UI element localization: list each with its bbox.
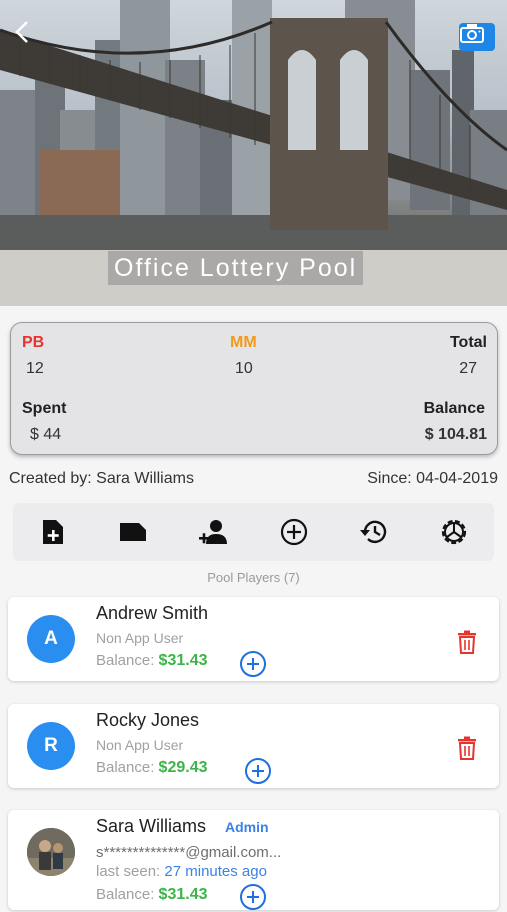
add-ticket-button[interactable] <box>35 514 71 550</box>
player-name: Sara Williams <box>96 816 207 836</box>
balance-value: $ 104.81 <box>424 426 487 443</box>
player-card[interactable]: A Andrew Smith Non App User Balance: $31… <box>8 597 499 681</box>
balance-amount: $31.43 <box>158 886 208 903</box>
spent-value: $ 44 <box>30 426 62 443</box>
balance-label: Balance: <box>96 652 155 669</box>
pb-label: PB <box>22 334 45 351</box>
last-seen: last seen: 27 minutes ago <box>96 863 267 880</box>
tickets-button[interactable] <box>115 514 151 550</box>
add-player-button[interactable] <box>195 514 231 550</box>
user-photo <box>27 828 75 876</box>
last-seen-time: 27 minutes ago <box>164 863 267 880</box>
cover-image: Office Lottery Pool <box>0 0 507 306</box>
add-circle-icon <box>280 518 307 546</box>
avatar: A <box>27 615 75 663</box>
back-button[interactable] <box>14 20 44 50</box>
pool-summary-card: PB 12 MM 10 Total 27 Spent $ 44 Balance … <box>10 322 498 455</box>
add-balance-button[interactable] <box>240 884 266 910</box>
balance-label: Balance: <box>96 759 155 776</box>
trash-icon[interactable] <box>457 736 477 760</box>
add-ticket-icon <box>43 520 64 544</box>
mm-label: MM <box>230 334 257 351</box>
add-balance-button[interactable] <box>245 758 271 784</box>
player-email: s**************@gmail.com... <box>96 844 282 861</box>
add-balance-button[interactable] <box>240 651 266 677</box>
balance-amount: $29.43 <box>158 759 208 776</box>
player-name: Andrew Smith <box>96 603 209 623</box>
spent-label: Spent <box>22 400 67 417</box>
settings-button[interactable] <box>436 514 472 550</box>
settings-icon <box>441 519 466 545</box>
player-type: Non App User <box>96 737 184 753</box>
pool-players-heading: Pool Players (7) <box>207 570 300 585</box>
add-player-icon <box>199 520 228 544</box>
avatar <box>27 828 75 876</box>
player-name: Rocky Jones <box>96 710 200 730</box>
player-type: Non App User <box>96 630 184 646</box>
player-balance: Balance: $31.43 <box>96 886 207 904</box>
plus-icon <box>252 765 264 777</box>
plus-icon <box>247 658 259 670</box>
add-funds-button[interactable] <box>276 514 312 550</box>
player-card[interactable]: Sara Williams Admin s**************@gmai… <box>8 810 499 910</box>
avatar: R <box>27 722 75 770</box>
player-card[interactable]: R Rocky Jones Non App User Balance: $29.… <box>8 704 499 788</box>
pb-value: 12 <box>26 360 44 377</box>
balance-label: Balance: <box>96 886 155 903</box>
since-date-text: Since: 04-04-2019 <box>367 470 498 487</box>
pool-title: Office Lottery Pool <box>108 251 364 285</box>
last-seen-label: last seen: <box>96 863 161 880</box>
balance-label: Balance <box>423 400 485 417</box>
camera-button[interactable] <box>459 23 495 51</box>
balance-amount: $31.43 <box>158 652 208 669</box>
plus-icon <box>247 891 259 903</box>
chevron-left-icon <box>15 21 28 43</box>
pool-actions-toolbar <box>13 503 494 561</box>
history-icon <box>359 520 386 544</box>
player-balance: Balance: $29.43 <box>96 759 207 777</box>
admin-badge: Admin <box>225 819 269 835</box>
trash-icon[interactable] <box>457 630 477 654</box>
total-label: Total <box>449 334 487 351</box>
mm-value: 10 <box>235 360 253 377</box>
created-by-text: Created by: Sara Williams <box>9 470 194 487</box>
total-value: 27 <box>459 360 477 377</box>
player-balance: Balance: $31.43 <box>96 652 207 670</box>
camera-icon <box>460 24 484 43</box>
history-button[interactable] <box>356 514 392 550</box>
ticket-folder-icon <box>120 523 147 541</box>
